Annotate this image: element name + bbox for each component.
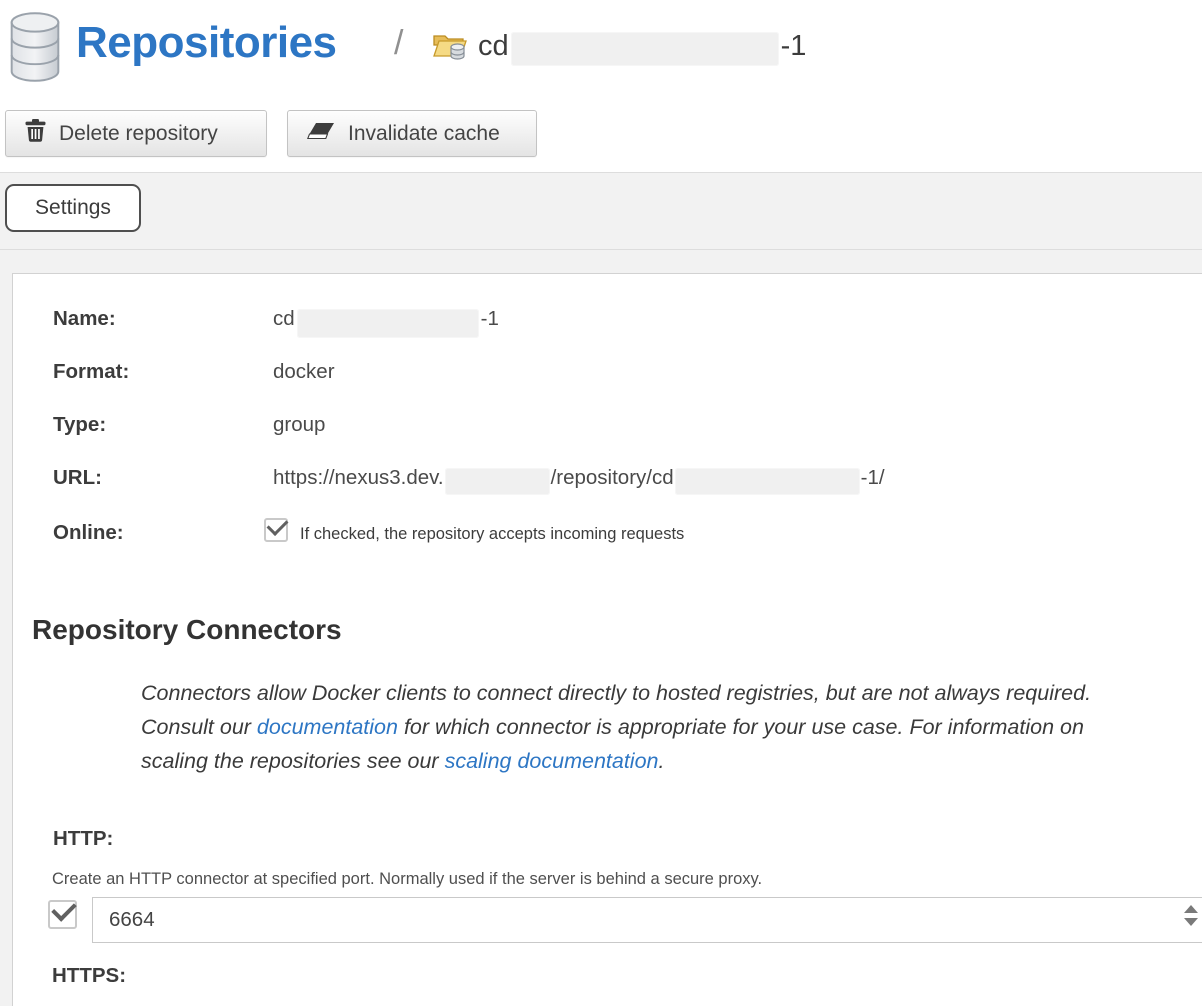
invalidate-cache-button[interactable]: Invalidate cache [287, 110, 537, 157]
http-port-input[interactable] [92, 897, 1202, 943]
checkmark-icon [267, 514, 289, 536]
redacted-text [445, 468, 550, 495]
repo-name-prefix: cd [478, 30, 509, 63]
redacted-text [511, 32, 779, 66]
format-label: Format: [53, 360, 129, 384]
type-label: Type: [53, 413, 106, 437]
name-value: cd-1 [273, 307, 499, 338]
database-icon [8, 12, 62, 87]
redacted-text [297, 309, 479, 338]
http-label: HTTP: [53, 827, 113, 851]
tab-strip [0, 172, 1202, 250]
scaling-documentation-link[interactable]: scaling documentation [445, 749, 659, 773]
online-help-text: If checked, the repository accepts incom… [300, 525, 684, 544]
breadcrumb-repo-name: cd -1 [478, 26, 806, 66]
http-connector-checkbox[interactable] [48, 900, 77, 929]
delete-repository-label: Delete repository [59, 122, 218, 146]
eraser-icon [307, 122, 335, 146]
checkmark-icon [51, 896, 76, 921]
delete-repository-button[interactable]: Delete repository [5, 110, 267, 157]
url-label: URL: [53, 466, 102, 490]
redacted-text [675, 468, 860, 495]
name-label: Name: [53, 307, 116, 331]
port-stepper[interactable] [1184, 905, 1200, 935]
stepper-down-icon[interactable] [1184, 918, 1198, 926]
breadcrumb-separator: / [394, 24, 403, 63]
connectors-intro-text: Connectors allow Docker clients to conne… [141, 676, 1093, 778]
documentation-link[interactable]: documentation [257, 715, 398, 739]
https-label: HTTPS: [52, 964, 126, 988]
breadcrumb-root-repositories[interactable]: Repositories [76, 18, 337, 68]
repo-name-suffix: -1 [781, 30, 807, 63]
invalidate-cache-label: Invalidate cache [348, 122, 500, 146]
repository-settings-screen: Repositories / cd-1 Delete r [0, 0, 1202, 1006]
online-label: Online: [53, 521, 124, 545]
format-value: docker [273, 360, 335, 384]
url-value: https://nexus3.dev./repository/cd-1/ [273, 466, 885, 495]
tab-settings[interactable]: Settings [5, 184, 141, 232]
tab-settings-label: Settings [35, 196, 111, 220]
online-checkbox[interactable] [264, 518, 288, 542]
type-value: group [273, 413, 325, 437]
docker-group-folder-icon [432, 30, 468, 68]
http-help-text: Create an HTTP connector at specified po… [52, 870, 762, 889]
trash-icon [25, 119, 46, 148]
stepper-up-icon[interactable] [1184, 905, 1198, 913]
repository-connectors-heading: Repository Connectors [32, 614, 342, 646]
